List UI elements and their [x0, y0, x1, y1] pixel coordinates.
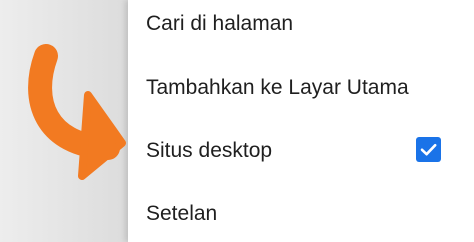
- screen: Cari di halaman Tambahkan ke Layar Utama…: [0, 0, 474, 242]
- orange-arrow-annotation: [28, 44, 126, 180]
